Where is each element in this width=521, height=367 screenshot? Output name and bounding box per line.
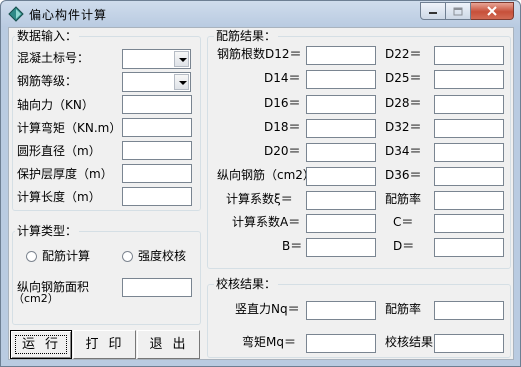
- concrete-grade-label: 混凝土标号：: [17, 51, 90, 65]
- maximize-button[interactable]: [446, 2, 471, 20]
- d18-label: D18＝: [264, 120, 301, 134]
- app-icon: [8, 6, 24, 22]
- moment-label: 计算弯矩（KN.m）: [17, 121, 122, 135]
- d28-output[interactable]: [434, 95, 504, 114]
- length-input[interactable]: [122, 187, 192, 206]
- data-input-group-title: 数据输入：: [15, 29, 80, 43]
- minimize-icon: [429, 12, 437, 14]
- long-rebar-label: 纵向钢筋（cm2）: [217, 168, 315, 182]
- concrete-grade-select[interactable]: [122, 49, 191, 69]
- d18-output[interactable]: [306, 119, 376, 138]
- print-button[interactable]: 打印: [73, 330, 136, 359]
- b-label: B＝: [282, 239, 303, 253]
- vertical-force-output[interactable]: [306, 301, 376, 320]
- maximize-icon: [453, 7, 463, 15]
- coef-xi-label: 计算系数ξ＝: [226, 192, 293, 206]
- d20-label: D20＝: [264, 144, 301, 158]
- check-ratio-label: 配筋率: [385, 302, 422, 316]
- check-moment-label: 弯矩Mq＝: [242, 335, 296, 349]
- d36-label: D36＝: [385, 168, 422, 182]
- d25-output[interactable]: [434, 70, 504, 89]
- d16-label: D16＝: [264, 96, 301, 110]
- check-ratio-output[interactable]: [434, 301, 504, 320]
- d14-output[interactable]: [306, 70, 376, 89]
- coef-a-label: 计算系数A＝: [232, 215, 301, 229]
- axial-force-label: 轴向力（KN）: [17, 98, 94, 112]
- coef-a-output[interactable]: [306, 214, 376, 233]
- reinforcement-calc-label[interactable]: 配筋计算: [42, 249, 90, 263]
- d16-output[interactable]: [306, 95, 376, 114]
- title-bar[interactable]: 偏心构件计算: [1, 1, 520, 27]
- d-output[interactable]: [434, 238, 504, 257]
- length-label: 计算长度（m）: [17, 190, 101, 204]
- d28-label: D28＝: [385, 96, 422, 110]
- rebar-area-input[interactable]: [122, 278, 192, 297]
- c-label: C＝: [393, 215, 414, 229]
- count-d12-output[interactable]: [306, 46, 376, 65]
- rebar-area-unit: （cm2）: [13, 292, 59, 305]
- run-button[interactable]: 运行: [10, 330, 72, 359]
- count-d12-label: 钢筋根数D12＝: [217, 47, 302, 61]
- close-icon: [487, 6, 497, 16]
- long-rebar-output[interactable]: [306, 167, 376, 186]
- d32-output[interactable]: [434, 119, 504, 138]
- print-button-label: 打印: [85, 337, 132, 352]
- cover-input[interactable]: [122, 164, 192, 183]
- cover-label: 保护层厚度（m）: [17, 167, 113, 181]
- chevron-down-icon[interactable]: [174, 74, 189, 90]
- main-window: 偏心构件计算 数据输入： 混凝土标号： 钢筋等级： 轴向力（KN） 计算弯矩（K…: [0, 0, 521, 367]
- window-title: 偏心构件计算: [29, 8, 108, 22]
- check-result-label: 校核结果: [385, 335, 434, 349]
- d-label: D＝: [393, 239, 415, 253]
- exit-button[interactable]: 退出: [137, 330, 200, 359]
- ratio-output[interactable]: [434, 191, 504, 210]
- axial-force-input[interactable]: [122, 95, 192, 114]
- check-moment-output[interactable]: [306, 334, 376, 353]
- calc-type-group-title: 计算类型：: [15, 224, 80, 238]
- d22-output[interactable]: [434, 46, 504, 65]
- diameter-input[interactable]: [122, 141, 192, 160]
- focus-rect: [15, 335, 67, 354]
- moment-input[interactable]: [122, 118, 192, 137]
- coef-xi-output[interactable]: [306, 191, 376, 210]
- check-result-output[interactable]: [434, 334, 504, 353]
- d36-output[interactable]: [434, 167, 504, 186]
- client-area: 数据输入： 混凝土标号： 钢筋等级： 轴向力（KN） 计算弯矩（KN.m） 圆形…: [8, 27, 514, 360]
- d32-label: D32＝: [385, 120, 422, 134]
- d20-output[interactable]: [306, 143, 376, 162]
- b-output[interactable]: [306, 238, 376, 257]
- check-result-title: 校核结果：: [214, 277, 279, 291]
- d25-label: D25＝: [385, 71, 422, 85]
- diameter-label: 圆形直径（m）: [17, 144, 101, 158]
- reinforcement-result-title: 配筋结果：: [214, 29, 279, 43]
- d34-label: D34＝: [385, 144, 422, 158]
- d34-output[interactable]: [434, 143, 504, 162]
- strength-check-label[interactable]: 强度校核: [138, 249, 186, 263]
- rebar-grade-label: 钢筋等级：: [17, 74, 78, 88]
- d14-label: D14＝: [264, 71, 301, 85]
- exit-button-label: 退出: [149, 337, 196, 352]
- d22-label: D22＝: [385, 47, 422, 61]
- strength-check-radio[interactable]: [122, 251, 133, 262]
- ratio-label: 配筋率: [385, 192, 422, 206]
- minimize-button[interactable]: [420, 2, 446, 20]
- vertical-force-label: 竖直力Nq＝: [235, 302, 300, 316]
- c-output[interactable]: [434, 214, 504, 233]
- reinforcement-calc-radio[interactable]: [26, 251, 37, 262]
- rebar-grade-select[interactable]: [122, 72, 191, 92]
- close-button[interactable]: [471, 2, 514, 20]
- chevron-down-icon[interactable]: [174, 51, 189, 67]
